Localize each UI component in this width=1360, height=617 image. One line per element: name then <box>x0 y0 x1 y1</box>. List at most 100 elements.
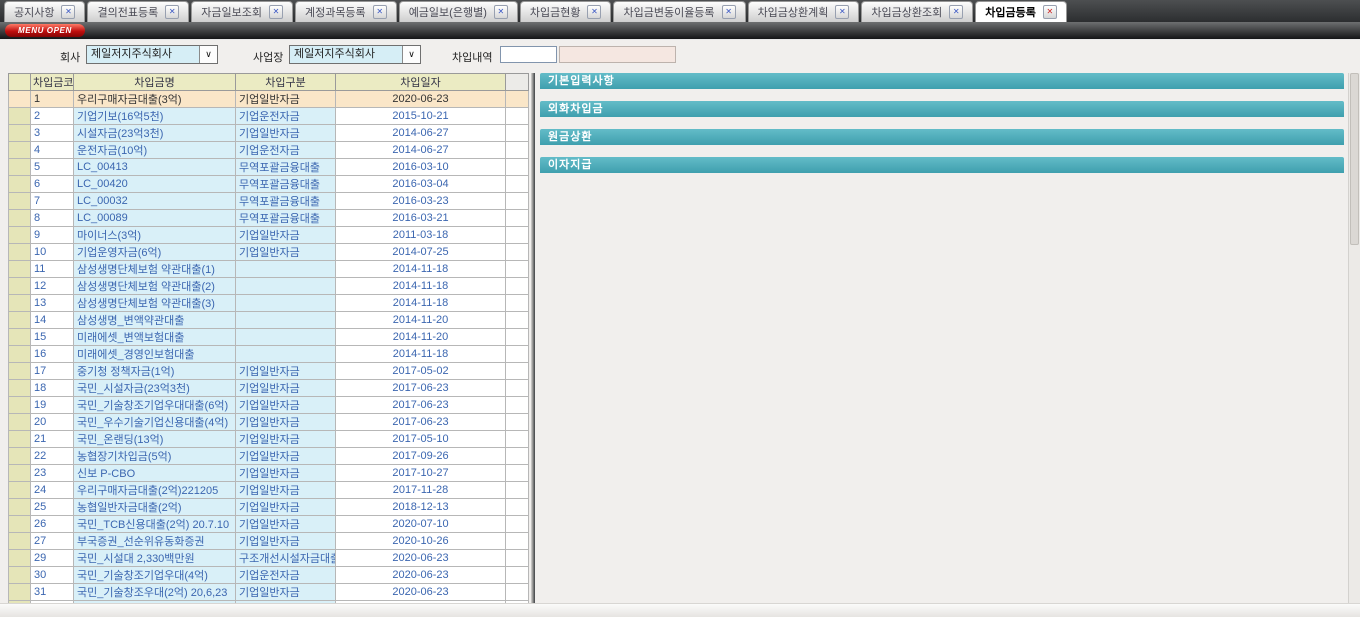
table-row[interactable]: 17중기청 정책자금(1억)기업일반자금2017-05-02 <box>9 363 529 380</box>
cell-filler <box>506 380 529 397</box>
loan-desc-input[interactable] <box>500 46 557 63</box>
table-row[interactable]: 3시설자금(23억3천)기업일반자금2014-06-27 <box>9 125 529 142</box>
row-selector[interactable] <box>9 380 31 397</box>
table-row[interactable]: 10기업운영자금(6억)기업일반자금2014-07-25 <box>9 244 529 261</box>
table-row[interactable]: 21국민_온랜딩(13억)기업일반자금2017-05-10 <box>9 431 529 448</box>
table-row[interactable]: 23신보 P-CBO기업일반자금2017-10-27 <box>9 465 529 482</box>
vertical-scrollbar[interactable] <box>1348 73 1360 603</box>
row-selector[interactable] <box>9 329 31 346</box>
menu-open-button[interactable]: MENU OPEN <box>5 24 85 37</box>
panel-splitter[interactable] <box>531 73 535 607</box>
tab-close-icon[interactable]: ✕ <box>1043 5 1057 19</box>
table-row[interactable]: 13삼성생명단체보험 약관대출(3)2014-11-18 <box>9 295 529 312</box>
scrollbar-thumb[interactable] <box>1350 73 1359 245</box>
table-row[interactable]: 2기업기보(16억5천)기업운전자금2015-10-21 <box>9 108 529 125</box>
row-selector[interactable] <box>9 516 31 533</box>
row-selector[interactable] <box>9 346 31 363</box>
cell-name: 신보 P-CBO <box>74 465 236 482</box>
tab-2[interactable]: 결의전표등록✕ <box>87 1 189 22</box>
row-selector[interactable] <box>9 159 31 176</box>
tab-8[interactable]: 차입금상환계획✕ <box>748 1 860 22</box>
row-selector[interactable] <box>9 448 31 465</box>
filter-bar: 회사 제일저지주식회사∨ 사업장 제일저지주식회사∨ 차입내역 <box>0 40 1360 70</box>
cell-type: 구조개선시설자금대출 <box>236 550 336 567</box>
table-row[interactable]: 8LC_00089무역포괄금융대출2016-03-21 <box>9 210 529 227</box>
row-selector[interactable] <box>9 244 31 261</box>
tab-close-icon[interactable]: ✕ <box>949 5 963 19</box>
table-row[interactable]: 6LC_00420무역포괄금융대출2016-03-04 <box>9 176 529 193</box>
row-selector[interactable] <box>9 210 31 227</box>
tab-close-icon[interactable]: ✕ <box>835 5 849 19</box>
tab-close-icon[interactable]: ✕ <box>373 5 387 19</box>
table-row[interactable]: 25농협일반자금대출(2억)기업일반자금2018-12-13 <box>9 499 529 516</box>
loan-desc-label: 차입내역 <box>452 49 492 65</box>
row-selector[interactable] <box>9 363 31 380</box>
row-selector[interactable] <box>9 533 31 550</box>
loan-table-header: 차입금코드차입금명차입구분차입일자 <box>9 74 529 91</box>
row-selector[interactable] <box>9 295 31 312</box>
table-row[interactable]: 7LC_00032무역포괄금융대출2016-03-23 <box>9 193 529 210</box>
row-selector[interactable] <box>9 431 31 448</box>
tab-close-icon[interactable]: ✕ <box>269 5 283 19</box>
tab-close-icon[interactable]: ✕ <box>165 5 179 19</box>
loan-desc-input-2[interactable] <box>559 46 676 63</box>
table-row[interactable]: 15미래에셋_변액보험대출2014-11-20 <box>9 329 529 346</box>
cell-name: 우리구매자금대출(2억)221205 <box>74 482 236 499</box>
table-row[interactable]: 30국민_기술창조기업우대(4억)기업운전자금2020-06-23 <box>9 567 529 584</box>
table-row[interactable]: 14삼성생명_변액약관대출2014-11-20 <box>9 312 529 329</box>
table-row[interactable]: 31국민_기술창조우대(2억) 20,6,23기업일반자금2020-06-23 <box>9 584 529 601</box>
tab-close-icon[interactable]: ✕ <box>587 5 601 19</box>
row-selector[interactable] <box>9 278 31 295</box>
row-selector[interactable] <box>9 567 31 584</box>
table-row[interactable]: 12삼성생명단체보험 약관대출(2)2014-11-18 <box>9 278 529 295</box>
row-selector[interactable] <box>9 482 31 499</box>
row-selector[interactable] <box>9 193 31 210</box>
row-selector[interactable] <box>9 108 31 125</box>
company-select[interactable]: 제일저지주식회사∨ <box>86 45 218 64</box>
cell-code: 14 <box>31 312 74 329</box>
tab-7[interactable]: 차입금변동이율등록✕ <box>613 1 745 22</box>
table-row[interactable]: 27부국증권_선순위유동화증권기업일반자금2020-10-26 <box>9 533 529 550</box>
cell-code: 6 <box>31 176 74 193</box>
tab-1[interactable]: 공지사항✕ <box>4 1 85 22</box>
table-row[interactable]: 4운전자금(10억)기업운전자금2014-06-27 <box>9 142 529 159</box>
row-selector[interactable] <box>9 227 31 244</box>
row-selector[interactable] <box>9 142 31 159</box>
tab-close-icon[interactable]: ✕ <box>722 5 736 19</box>
table-row[interactable]: 18국민_시설자금(23억3천)기업일반자금2017-06-23 <box>9 380 529 397</box>
row-selector[interactable] <box>9 499 31 516</box>
row-selector[interactable] <box>9 584 31 601</box>
table-row[interactable]: 19국민_기술창조기업우대대출(6억)기업일반자금2017-06-23 <box>9 397 529 414</box>
table-row[interactable]: 1우리구매자금대출(3억)기업일반자금2020-06-23 <box>9 91 529 108</box>
tab-close-icon[interactable]: ✕ <box>494 5 508 19</box>
tab-6[interactable]: 차입금현황✕ <box>520 1 612 22</box>
table-row[interactable]: 5LC_00413무역포괄금융대출2016-03-10 <box>9 159 529 176</box>
row-selector[interactable] <box>9 261 31 278</box>
cell-type: 기업운전자금 <box>236 108 336 125</box>
tab-5[interactable]: 예금일보(은행별)✕ <box>399 1 518 22</box>
table-row[interactable]: 29국민_시설대 2,330백만원구조개선시설자금대출2020-06-23 <box>9 550 529 567</box>
tab-9[interactable]: 차입금상환조회✕ <box>861 1 973 22</box>
tab-10[interactable]: 차입금등록✕ <box>975 1 1067 22</box>
row-selector[interactable] <box>9 397 31 414</box>
row-selector[interactable] <box>9 465 31 482</box>
row-selector[interactable] <box>9 176 31 193</box>
row-selector[interactable] <box>9 312 31 329</box>
row-selector[interactable] <box>9 125 31 142</box>
row-selector[interactable] <box>9 91 31 108</box>
row-selector[interactable] <box>9 550 31 567</box>
table-row[interactable]: 16미래에셋_경영인보험대출2014-11-18 <box>9 346 529 363</box>
row-selector[interactable] <box>9 414 31 431</box>
table-row[interactable]: 9마이너스(3억)기업일반자금2011-03-18 <box>9 227 529 244</box>
table-row[interactable]: 11삼성생명단체보험 약관대출(1)2014-11-18 <box>9 261 529 278</box>
tab-close-icon[interactable]: ✕ <box>61 5 75 19</box>
tab-4[interactable]: 계정과목등록✕ <box>295 1 397 22</box>
cell-code: 27 <box>31 533 74 550</box>
table-row[interactable]: 26국민_TCB신용대출(2억) 20.7.10기업일반자금2020-07-10 <box>9 516 529 533</box>
tab-3[interactable]: 자금일보조회✕ <box>191 1 293 22</box>
table-row[interactable]: 20국민_우수기술기업신용대출(4억)기업일반자금2017-06-23 <box>9 414 529 431</box>
cell-date: 2017-05-02 <box>336 363 506 380</box>
table-row[interactable]: 24우리구매자금대출(2억)221205기업일반자금2017-11-28 <box>9 482 529 499</box>
table-row[interactable]: 22농협장기차입금(5억)기업일반자금2017-09-26 <box>9 448 529 465</box>
site-select[interactable]: 제일저지주식회사∨ <box>289 45 421 64</box>
